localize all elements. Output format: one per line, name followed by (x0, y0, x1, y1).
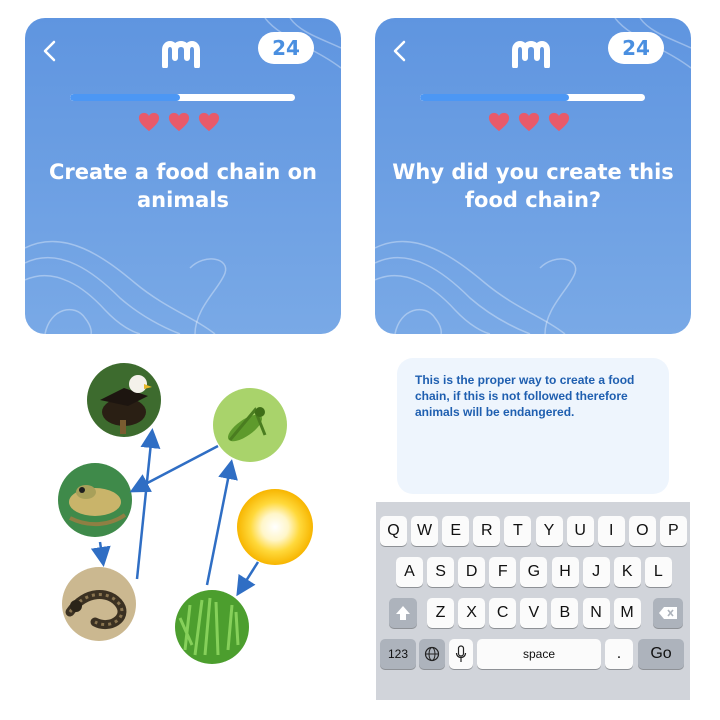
frog-node[interactable] (58, 463, 132, 537)
key-r[interactable]: R (473, 516, 501, 546)
key-g[interactable]: G (520, 557, 548, 587)
shift-key[interactable] (389, 598, 417, 628)
level-badge: 24 (608, 32, 664, 64)
question-text: Why did you create this food chain? (392, 160, 674, 212)
key-w[interactable]: W (411, 516, 439, 546)
heart-icon (168, 112, 190, 132)
question-text: Create a food chain on animals (49, 160, 317, 212)
heart-icon (488, 112, 510, 132)
period-key[interactable]: . (605, 639, 633, 669)
progress-fill (70, 94, 181, 101)
key-i[interactable]: I (597, 516, 625, 546)
shift-arrow-icon (396, 606, 410, 620)
question-card-right: 24 Why did you create this food chain? (375, 18, 691, 334)
key-m[interactable]: M (613, 598, 641, 628)
key-t[interactable]: T (504, 516, 532, 546)
microphone-icon (455, 645, 467, 662)
key-y[interactable]: Y (535, 516, 563, 546)
key-b[interactable]: B (551, 598, 579, 628)
heart-icon (138, 112, 160, 132)
key-s[interactable]: S (427, 557, 455, 587)
back-chevron-icon[interactable] (389, 40, 411, 62)
on-screen-keyboard: QWERTYUIOP ASDFGHJKL ZXCVBNM 123 space .… (376, 502, 690, 700)
heart-icon (518, 112, 540, 132)
backspace-key[interactable] (653, 598, 683, 628)
sun-node[interactable] (237, 489, 313, 565)
key-x[interactable]: X (458, 598, 486, 628)
key-f[interactable]: F (489, 557, 517, 587)
heart-icon (198, 112, 220, 132)
numbers-key[interactable]: 123 (380, 639, 416, 669)
key-e[interactable]: E (442, 516, 470, 546)
key-o[interactable]: O (628, 516, 656, 546)
progress-bar (420, 94, 645, 101)
lives-hearts (138, 111, 228, 135)
key-a[interactable]: A (396, 557, 423, 587)
arrow-snake-to-eagle (135, 428, 161, 580)
key-z[interactable]: Z (427, 598, 454, 628)
grasshopper-node[interactable] (213, 388, 287, 462)
back-chevron-icon[interactable] (39, 40, 61, 62)
key-q[interactable]: Q (380, 516, 407, 546)
key-j[interactable]: J (582, 557, 610, 587)
backspace-icon (659, 607, 677, 619)
eagle-node[interactable] (87, 363, 161, 437)
space-key[interactable]: space (477, 639, 601, 669)
question-card-left: 24 Create a food chain on animals (25, 18, 341, 334)
key-u[interactable]: U (566, 516, 594, 546)
level-badge: 24 (258, 32, 314, 64)
progress-fill (420, 94, 569, 101)
go-key[interactable]: Go (638, 639, 684, 669)
key-l[interactable]: L (644, 557, 672, 587)
app-logo-icon (162, 41, 200, 68)
lives-hearts (488, 111, 578, 135)
globe-key[interactable] (419, 639, 445, 669)
key-h[interactable]: H (551, 557, 579, 587)
food-chain-diagram (58, 363, 313, 664)
key-k[interactable]: K (613, 557, 641, 587)
key-p[interactable]: P (659, 516, 687, 546)
globe-icon (424, 646, 440, 662)
key-n[interactable]: N (582, 598, 610, 628)
arrow-grass-to-grasshopper (205, 459, 238, 586)
key-v[interactable]: V (520, 598, 548, 628)
progress-bar (70, 94, 295, 101)
key-c[interactable]: C (489, 598, 517, 628)
app-logo-icon (512, 41, 550, 68)
microphone-key[interactable] (449, 639, 473, 669)
answer-text-box[interactable]: This is the proper way to create a food … (397, 358, 669, 494)
answer-text: This is the proper way to create a food … (415, 373, 635, 419)
grass-node[interactable] (175, 590, 249, 664)
heart-icon (548, 112, 570, 132)
arrow-sun-to-grass (236, 561, 260, 597)
arrow-frog-to-snake (90, 541, 111, 567)
key-d[interactable]: D (458, 557, 486, 587)
snake-node[interactable] (62, 567, 136, 641)
